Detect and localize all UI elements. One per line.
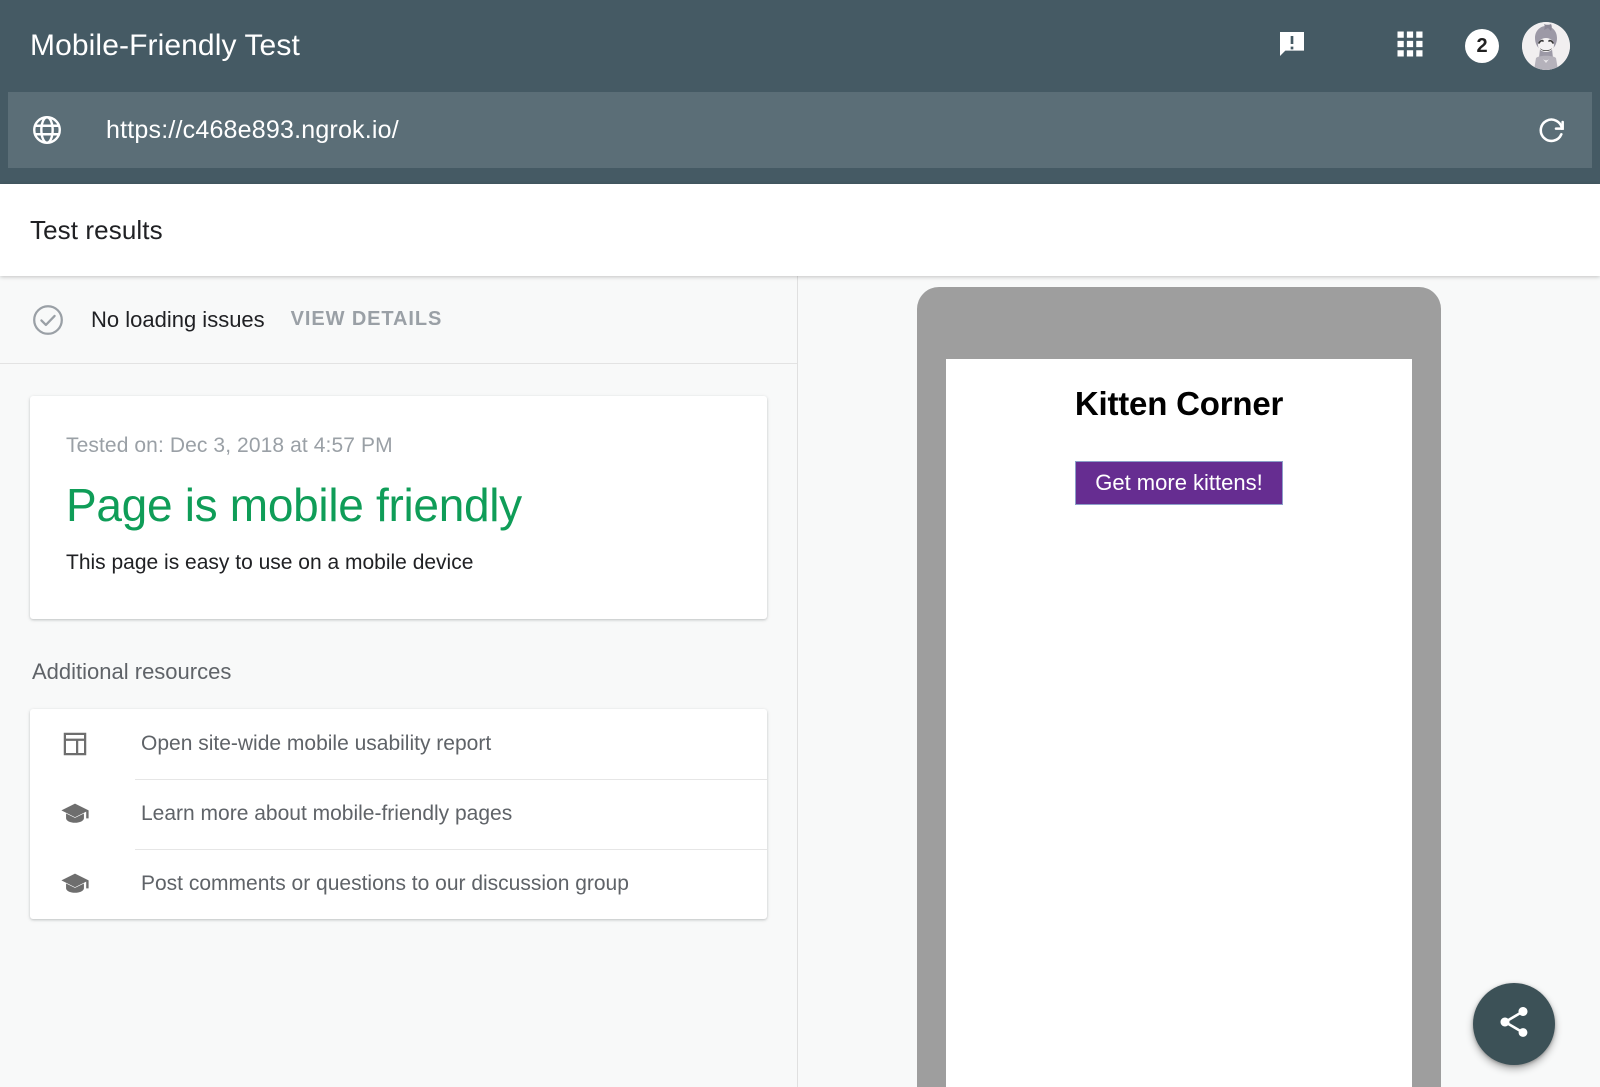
loading-status-strip: No loading issues VIEW DETAILS <box>0 276 797 364</box>
additional-resources-card: Open site-wide mobile usability report L… <box>30 709 767 919</box>
share-button[interactable] <box>1473 983 1555 1065</box>
left-panel-content: Tested on: Dec 3, 2018 at 4:57 PM Page i… <box>0 364 797 1087</box>
list-item-label: Open site-wide mobile usability report <box>141 732 491 756</box>
phone-mockup: Kitten Corner Get more kittens! <box>917 287 1441 1087</box>
list-item[interactable]: Open site-wide mobile usability report <box>30 709 767 779</box>
list-item[interactable]: Post comments or questions to our discus… <box>30 849 767 919</box>
list-item[interactable]: Learn more about mobile-friendly pages <box>30 779 767 849</box>
user-avatar-icon <box>1522 22 1570 70</box>
url-input-row[interactable]: https://c468e893.ngrok.io/ <box>8 92 1592 168</box>
verdict-description: This page is easy to use on a mobile dev… <box>66 551 731 575</box>
feedback-button[interactable] <box>1262 16 1322 76</box>
page-title: Mobile-Friendly Test <box>30 29 300 63</box>
results-title: Test results <box>30 215 163 246</box>
results-header: Test results <box>0 184 1600 276</box>
loading-status-text: No loading issues <box>91 307 265 333</box>
apps-grid-icon <box>1395 29 1425 64</box>
notification-count-button[interactable]: 2 <box>1452 16 1512 76</box>
school-icon <box>58 797 92 831</box>
list-item-label: Post comments or questions to our discus… <box>141 872 629 896</box>
url-bar-container: https://c468e893.ngrok.io/ <box>0 92 1600 184</box>
additional-resources-label: Additional resources <box>32 659 767 685</box>
share-icon <box>1496 1004 1532 1045</box>
preview-button-row: Get more kittens! <box>946 461 1412 505</box>
phone-screen: Kitten Corner Get more kittens! <box>946 359 1412 1087</box>
body-split: No loading issues VIEW DETAILS Tested on… <box>0 276 1600 1087</box>
view-details-link[interactable]: VIEW DETAILS <box>291 308 443 331</box>
avatar[interactable] <box>1522 22 1570 70</box>
globe-icon <box>30 113 64 147</box>
check-circle-icon <box>30 302 66 338</box>
status-badge: 2 <box>1465 29 1499 63</box>
preview-panel: Kitten Corner Get more kittens! <box>798 276 1600 1087</box>
feedback-icon <box>1276 28 1308 65</box>
top-app-bar: Mobile-Friendly Test <box>0 0 1600 92</box>
result-card: Tested on: Dec 3, 2018 at 4:57 PM Page i… <box>30 396 767 619</box>
tested-on-timestamp: Tested on: Dec 3, 2018 at 4:57 PM <box>66 434 731 458</box>
apps-grid-button[interactable] <box>1380 16 1440 76</box>
verdict-headline: Page is mobile friendly <box>66 480 731 531</box>
preview-heading: Kitten Corner <box>946 385 1412 423</box>
get-more-kittens-button[interactable]: Get more kittens! <box>1075 461 1283 505</box>
list-item-label: Learn more about mobile-friendly pages <box>141 802 512 826</box>
reload-icon[interactable] <box>1536 114 1568 146</box>
url-input[interactable]: https://c468e893.ngrok.io/ <box>106 116 1536 145</box>
school-icon <box>58 867 92 901</box>
appbar-actions: 2 <box>1262 16 1570 76</box>
mobile-friendly-test-app: Mobile-Friendly Test <box>0 0 1600 1087</box>
left-results-panel: No loading issues VIEW DETAILS Tested on… <box>0 276 798 1087</box>
dashboard-report-icon <box>58 727 92 761</box>
